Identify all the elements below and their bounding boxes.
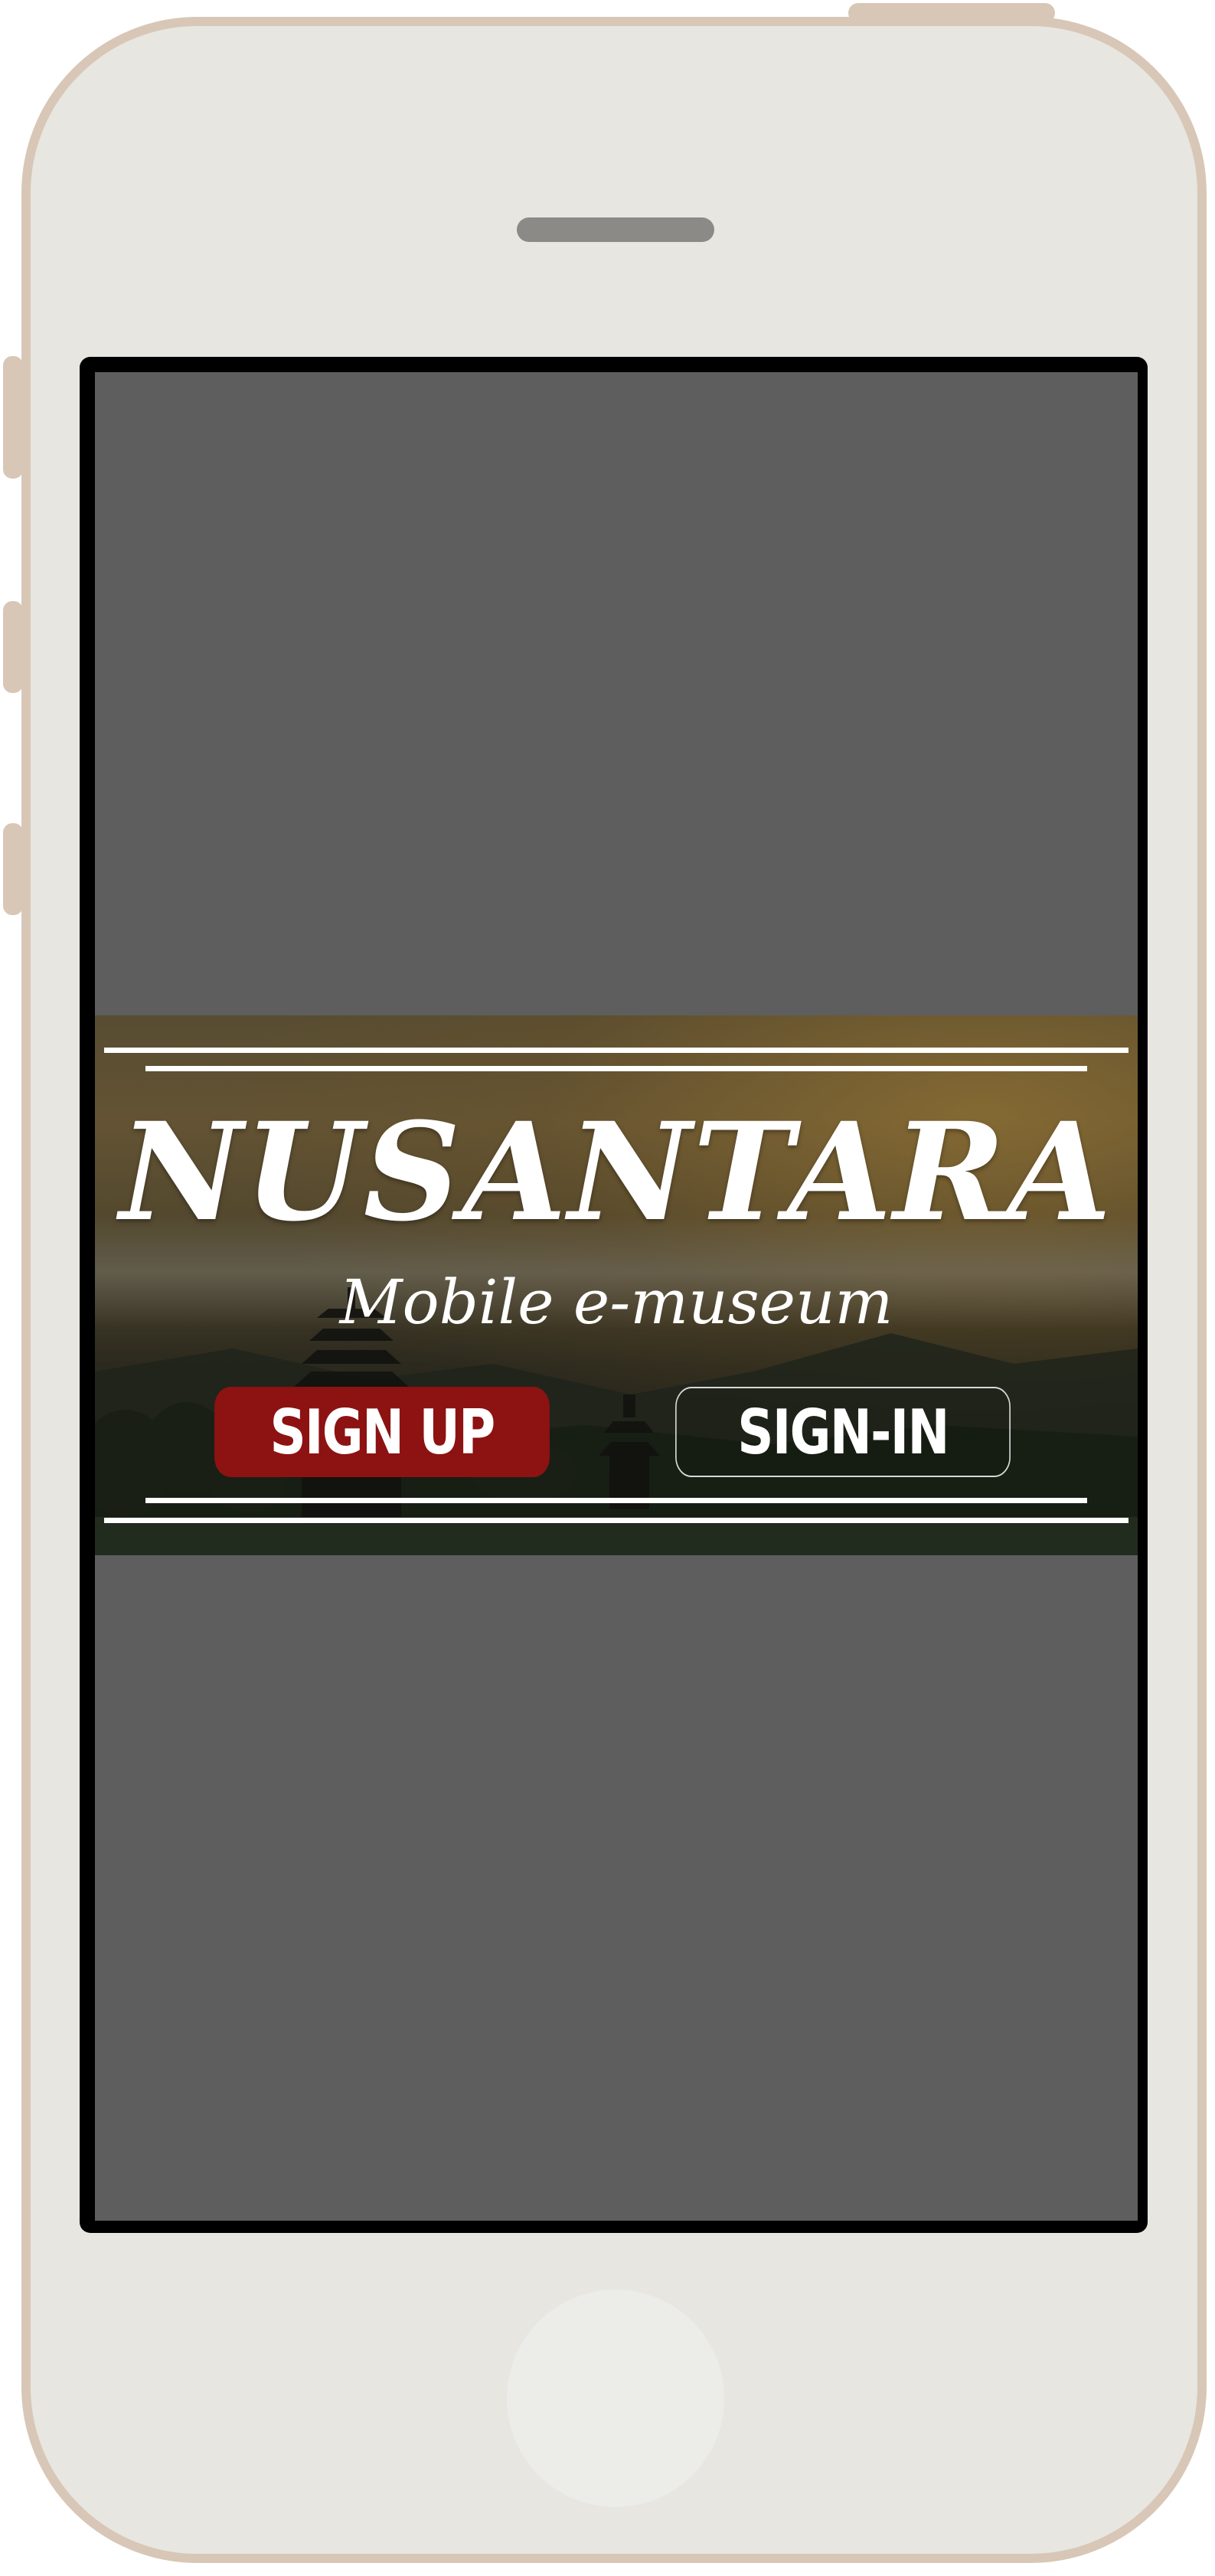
decorative-line-top-inner <box>145 1066 1087 1071</box>
app-title: NUSANTARA <box>119 1093 1113 1251</box>
mute-switch <box>3 356 23 479</box>
volume-up-button <box>3 601 23 693</box>
earpiece-speaker <box>517 217 714 242</box>
volume-down-button <box>3 823 23 915</box>
sign-up-button[interactable]: SIGN UP <box>214 1387 550 1477</box>
decorative-line-bottom-inner <box>145 1498 1087 1503</box>
phone-screen: NUSANTARA Mobile e-museum SIGN UP SIGN-I… <box>95 372 1138 2221</box>
decorative-line-bottom-outer <box>104 1518 1128 1523</box>
hero-banner: NUSANTARA Mobile e-museum SIGN UP SIGN-I… <box>95 1015 1138 1555</box>
mockup-canvas: NUSANTARA Mobile e-museum SIGN UP SIGN-I… <box>0 0 1215 2576</box>
home-button <box>507 2290 724 2507</box>
power-button <box>848 3 1055 23</box>
sign-in-button[interactable]: SIGN-IN <box>675 1387 1011 1477</box>
decorative-line-top-outer <box>104 1048 1128 1053</box>
app-subtitle: Mobile e-museum <box>339 1267 893 1338</box>
